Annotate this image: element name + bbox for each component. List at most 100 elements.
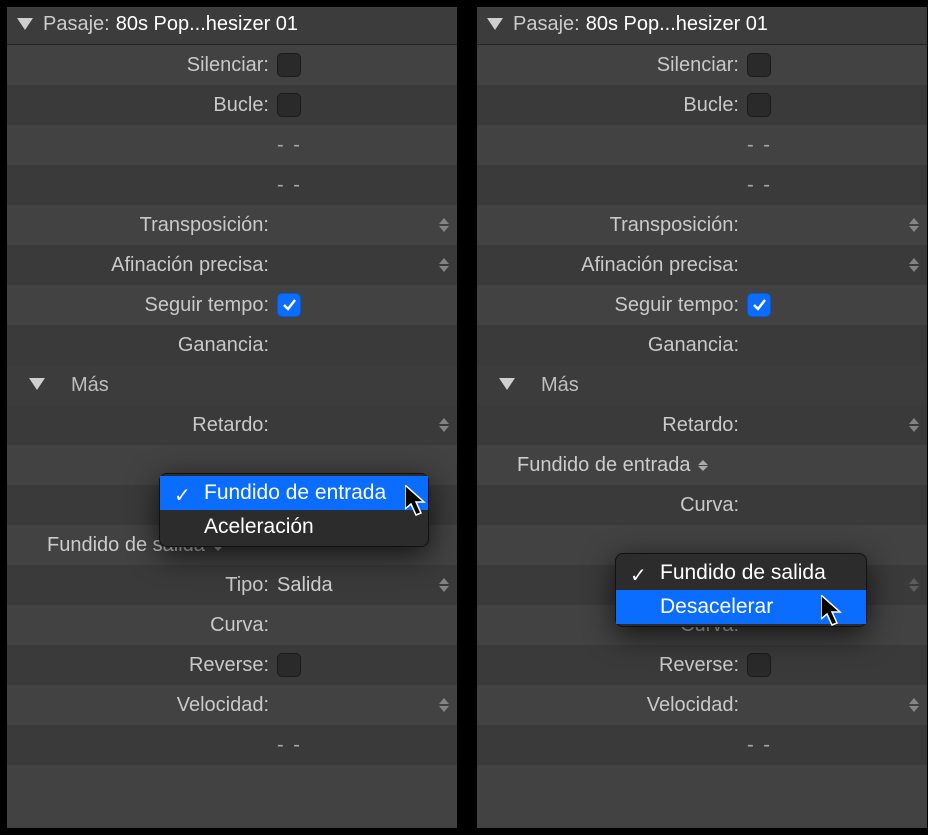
stepper-icon[interactable]	[698, 460, 708, 471]
menu-item-label: Desacelerar	[660, 595, 773, 618]
row-transposicion: Transposición:	[477, 205, 927, 245]
row-fundido-entrada[interactable]: Fundido de entrada	[477, 445, 927, 485]
row-padding	[477, 765, 927, 828]
stepper-afinacion[interactable]	[437, 253, 451, 277]
menu-item-fundido-entrada[interactable]: ✓ Fundido de entrada	[160, 476, 428, 510]
row-seguir: Seguir tempo:	[477, 285, 927, 325]
stepper-retardo[interactable]	[437, 413, 451, 437]
menu-item-fundido-salida[interactable]: ✓ Fundido de salida	[616, 556, 866, 590]
panel-header[interactable]: Pasaje: 80s Pop...hesizer 01	[7, 7, 457, 45]
header-value: 80s Pop...hesizer 01	[586, 13, 768, 36]
header-value: 80s Pop...hesizer 01	[116, 13, 298, 36]
row-curva1: Curva:	[477, 485, 927, 525]
header-prefix: Pasaje:	[513, 13, 580, 36]
label-retardo: Retardo:	[7, 414, 277, 437]
inspector-panel-left: Pasaje: 80s Pop...hesizer 01 Silenciar: …	[6, 6, 458, 829]
checkbox-silenciar[interactable]	[747, 53, 771, 77]
row-velocidad: Velocidad:	[477, 685, 927, 725]
label-transposicion: Transposición:	[7, 214, 277, 237]
label-mas: Más	[541, 374, 579, 397]
stepper-afinacion[interactable]	[907, 253, 921, 277]
row-bucle: Bucle:	[477, 85, 927, 125]
dropdown-fade-in-type[interactable]: ✓ Fundido de entrada Aceleración	[159, 473, 429, 547]
stepper-tipo[interactable]	[437, 573, 451, 597]
stepper-tipo[interactable]	[907, 573, 921, 597]
section-mas[interactable]: Más	[477, 365, 927, 405]
stepper-velocidad[interactable]	[437, 693, 451, 717]
label-velocidad: Velocidad:	[477, 694, 747, 717]
label-curva: Curva:	[477, 494, 747, 517]
disclosure-triangle-icon[interactable]	[17, 18, 33, 32]
label-silenciar: Silenciar:	[7, 54, 277, 77]
row-dash1: - -	[477, 125, 927, 165]
disclosure-triangle-icon[interactable]	[487, 18, 503, 32]
panel-header[interactable]: Pasaje: 80s Pop...hesizer 01	[477, 7, 927, 45]
row-dash2: - -	[7, 165, 457, 205]
checkbox-seguir[interactable]	[747, 293, 771, 317]
row-reverse: Reverse:	[7, 645, 457, 685]
placeholder-dash: - -	[277, 734, 302, 757]
label-reverse: Reverse:	[477, 654, 747, 677]
label-ganancia: Ganancia:	[7, 334, 277, 357]
label-fundido-entrada: Fundido de entrada	[517, 454, 690, 477]
menu-item-aceleracion[interactable]: Aceleración	[160, 510, 428, 544]
row-retardo: Retardo:	[477, 405, 927, 445]
label-reverse: Reverse:	[7, 654, 277, 677]
row-ganancia: Ganancia:	[477, 325, 927, 365]
stepper-transposicion[interactable]	[907, 213, 921, 237]
checkbox-reverse[interactable]	[747, 653, 771, 677]
label-afinacion: Afinación precisa:	[477, 254, 747, 277]
dropdown-fade-out-type[interactable]: ✓ Fundido de salida Desacelerar	[615, 553, 867, 627]
row-transposicion: Transposición:	[7, 205, 457, 245]
row-seguir: Seguir tempo:	[7, 285, 457, 325]
disclosure-triangle-icon[interactable]	[29, 378, 45, 392]
checkbox-seguir[interactable]	[277, 293, 301, 317]
label-mas: Más	[71, 374, 109, 397]
row-ganancia: Ganancia:	[7, 325, 457, 365]
label-tipo: Tipo:	[7, 574, 277, 597]
label-velocidad: Velocidad:	[7, 694, 277, 717]
menu-item-label: Fundido de salida	[660, 561, 826, 584]
checkmark-icon: ✓	[630, 563, 647, 588]
label-ganancia: Ganancia:	[477, 334, 747, 357]
row-afinacion: Afinación precisa:	[7, 245, 457, 285]
row-retardo: Retardo:	[7, 405, 457, 445]
row-afinacion: Afinación precisa:	[477, 245, 927, 285]
label-retardo: Retardo:	[477, 414, 747, 437]
row-padding	[7, 765, 457, 828]
placeholder-dash: - -	[277, 174, 302, 197]
row-silenciar: Silenciar:	[477, 45, 927, 85]
checkbox-bucle[interactable]	[747, 93, 771, 117]
label-transposicion: Transposición:	[477, 214, 747, 237]
inspector-panel-right: Pasaje: 80s Pop...hesizer 01 Silenciar: …	[476, 6, 928, 829]
checkbox-reverse[interactable]	[277, 653, 301, 677]
checkbox-silenciar[interactable]	[277, 53, 301, 77]
row-dash1: - -	[7, 125, 457, 165]
label-bucle: Bucle:	[477, 94, 747, 117]
stepper-retardo[interactable]	[907, 413, 921, 437]
label-bucle: Bucle:	[7, 94, 277, 117]
label-curva: Curva:	[7, 614, 277, 637]
menu-item-desacelerar[interactable]: Desacelerar	[616, 590, 866, 624]
row-silenciar: Silenciar:	[7, 45, 457, 85]
stepper-velocidad[interactable]	[907, 693, 921, 717]
row-tipo: Tipo: Salida	[7, 565, 457, 605]
placeholder-dash: - -	[747, 174, 772, 197]
row-bucle: Bucle:	[7, 85, 457, 125]
row-curva: Curva:	[7, 605, 457, 645]
section-mas[interactable]: Más	[7, 365, 457, 405]
label-seguir: Seguir tempo:	[477, 294, 747, 317]
stepper-transposicion[interactable]	[437, 213, 451, 237]
menu-item-label: Fundido de entrada	[204, 481, 386, 504]
disclosure-triangle-icon[interactable]	[499, 378, 515, 392]
row-dash2: - -	[477, 165, 927, 205]
placeholder-dash: - -	[747, 134, 772, 157]
placeholder-dash: - -	[747, 734, 772, 757]
value-tipo[interactable]: Salida	[277, 574, 333, 597]
popup-fundido-entrada: Fundido de entrada	[517, 454, 708, 477]
header-prefix: Pasaje:	[43, 13, 110, 36]
row-velocidad: Velocidad:	[7, 685, 457, 725]
label-seguir: Seguir tempo:	[7, 294, 277, 317]
row-dash3: - -	[7, 725, 457, 765]
checkbox-bucle[interactable]	[277, 93, 301, 117]
